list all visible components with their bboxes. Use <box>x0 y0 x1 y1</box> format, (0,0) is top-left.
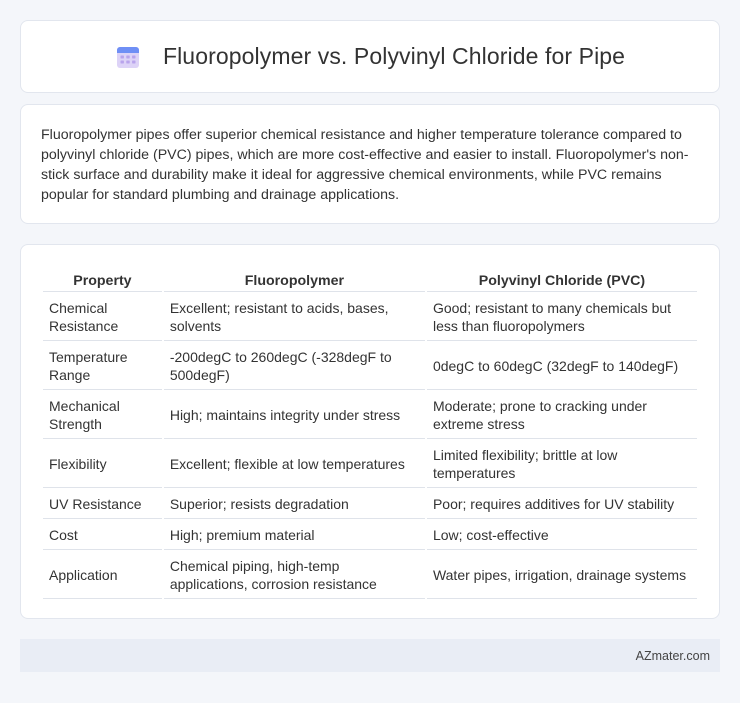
cell-pvc: Water pipes, irrigation, drainage system… <box>426 552 697 599</box>
cell-property: Application <box>43 552 162 599</box>
cell-property: Temperature Range <box>43 343 162 390</box>
cell-property: UV Resistance <box>43 490 162 519</box>
cell-pvc: Poor; requires additives for UV stabilit… <box>426 490 697 519</box>
cell-fluoropolymer: Excellent; flexible at low temperatures <box>163 441 425 488</box>
cell-property: Mechanical Strength <box>43 392 162 439</box>
table-row: UV Resistance Superior; resists degradat… <box>43 490 697 519</box>
cell-pvc: Limited flexibility; brittle at low temp… <box>426 441 697 488</box>
cell-fluoropolymer: Superior; resists degradation <box>163 490 425 519</box>
cell-fluoropolymer: -200degC to 260degC (-328degF to 500degF… <box>163 343 425 390</box>
cell-fluoropolymer: High; maintains integrity under stress <box>163 392 425 439</box>
summary-card: Fluoropolymer pipes offer superior chemi… <box>20 104 720 224</box>
cell-property: Flexibility <box>43 441 162 488</box>
title-card: Fluoropolymer vs. Polyvinyl Chloride for… <box>20 20 720 93</box>
cell-property: Cost <box>43 521 162 550</box>
table-row: Temperature Range -200degC to 260degC (-… <box>43 343 697 390</box>
calendar-grid-icon <box>116 46 139 68</box>
table-row: Chemical Resistance Excellent; resistant… <box>43 294 697 341</box>
cell-fluoropolymer: Chemical piping, high-temp applications,… <box>163 552 425 599</box>
summary-text: Fluoropolymer pipes offer superior chemi… <box>41 127 689 203</box>
cell-pvc: Low; cost-effective <box>426 521 697 550</box>
cell-fluoropolymer: Excellent; resistant to acids, bases, so… <box>163 294 425 341</box>
footer-brand[interactable]: AZmater.com <box>636 649 710 663</box>
table-row: Cost High; premium material Low; cost-ef… <box>43 521 697 550</box>
header-property: Property <box>43 266 162 292</box>
table-row: Mechanical Strength High; maintains inte… <box>43 392 697 439</box>
cell-pvc: 0degC to 60degC (32degF to 140degF) <box>426 343 697 390</box>
comparison-table-card: Property Fluoropolymer Polyvinyl Chlorid… <box>20 244 720 619</box>
title-wrap: Fluoropolymer vs. Polyvinyl Chloride for… <box>115 43 625 70</box>
header-fluoropolymer: Fluoropolymer <box>163 266 425 292</box>
footer: AZmater.com <box>20 639 720 672</box>
page-title: Fluoropolymer vs. Polyvinyl Chloride for… <box>162 43 626 69</box>
cell-pvc: Moderate; prone to cracking under extrem… <box>426 392 697 439</box>
cell-fluoropolymer: High; premium material <box>163 521 425 550</box>
table-header-row: Property Fluoropolymer Polyvinyl Chlorid… <box>43 266 697 292</box>
table-row: Flexibility Excellent; flexible at low t… <box>43 441 697 488</box>
cell-property: Chemical Resistance <box>43 294 162 341</box>
table-row: Application Chemical piping, high-temp a… <box>43 552 697 599</box>
cell-pvc: Good; resistant to many chemicals but le… <box>426 294 697 341</box>
comparison-table: Property Fluoropolymer Polyvinyl Chlorid… <box>41 264 699 601</box>
header-pvc: Polyvinyl Chloride (PVC) <box>426 266 697 292</box>
